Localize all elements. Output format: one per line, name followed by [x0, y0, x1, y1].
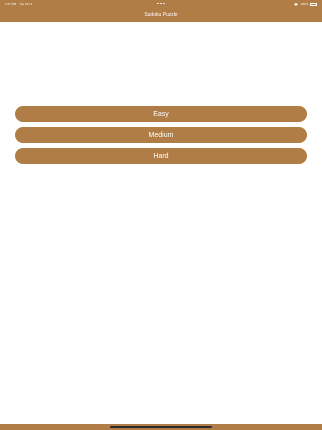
difficulty-menu: Easy Medium Hard — [15, 106, 307, 169]
battery-percent: 100% — [300, 2, 308, 6]
wifi-icon — [294, 2, 299, 6]
page-title: Sudoku Puzzle — [144, 12, 178, 18]
status-right: 100% — [294, 0, 317, 8]
medium-button[interactable]: Medium — [15, 127, 307, 143]
app-screen: 1:57 PM Tue Oct 3 100% Sudoku Puzzle Eas… — [0, 0, 322, 430]
battery-icon — [310, 2, 317, 6]
home-indicator[interactable] — [110, 426, 212, 428]
status-bar: 1:57 PM Tue Oct 3 100% — [0, 0, 322, 8]
status-date: Tue Oct 3 — [19, 2, 33, 6]
easy-button[interactable]: Easy — [15, 106, 307, 122]
status-time: 1:57 PM — [5, 2, 17, 6]
multitasking-dots-icon[interactable] — [157, 3, 165, 4]
status-left: 1:57 PM Tue Oct 3 — [5, 0, 32, 8]
hard-button[interactable]: Hard — [15, 148, 307, 164]
navigation-bar: 1:57 PM Tue Oct 3 100% Sudoku Puzzle — [0, 0, 322, 22]
bottom-bar — [0, 424, 322, 430]
